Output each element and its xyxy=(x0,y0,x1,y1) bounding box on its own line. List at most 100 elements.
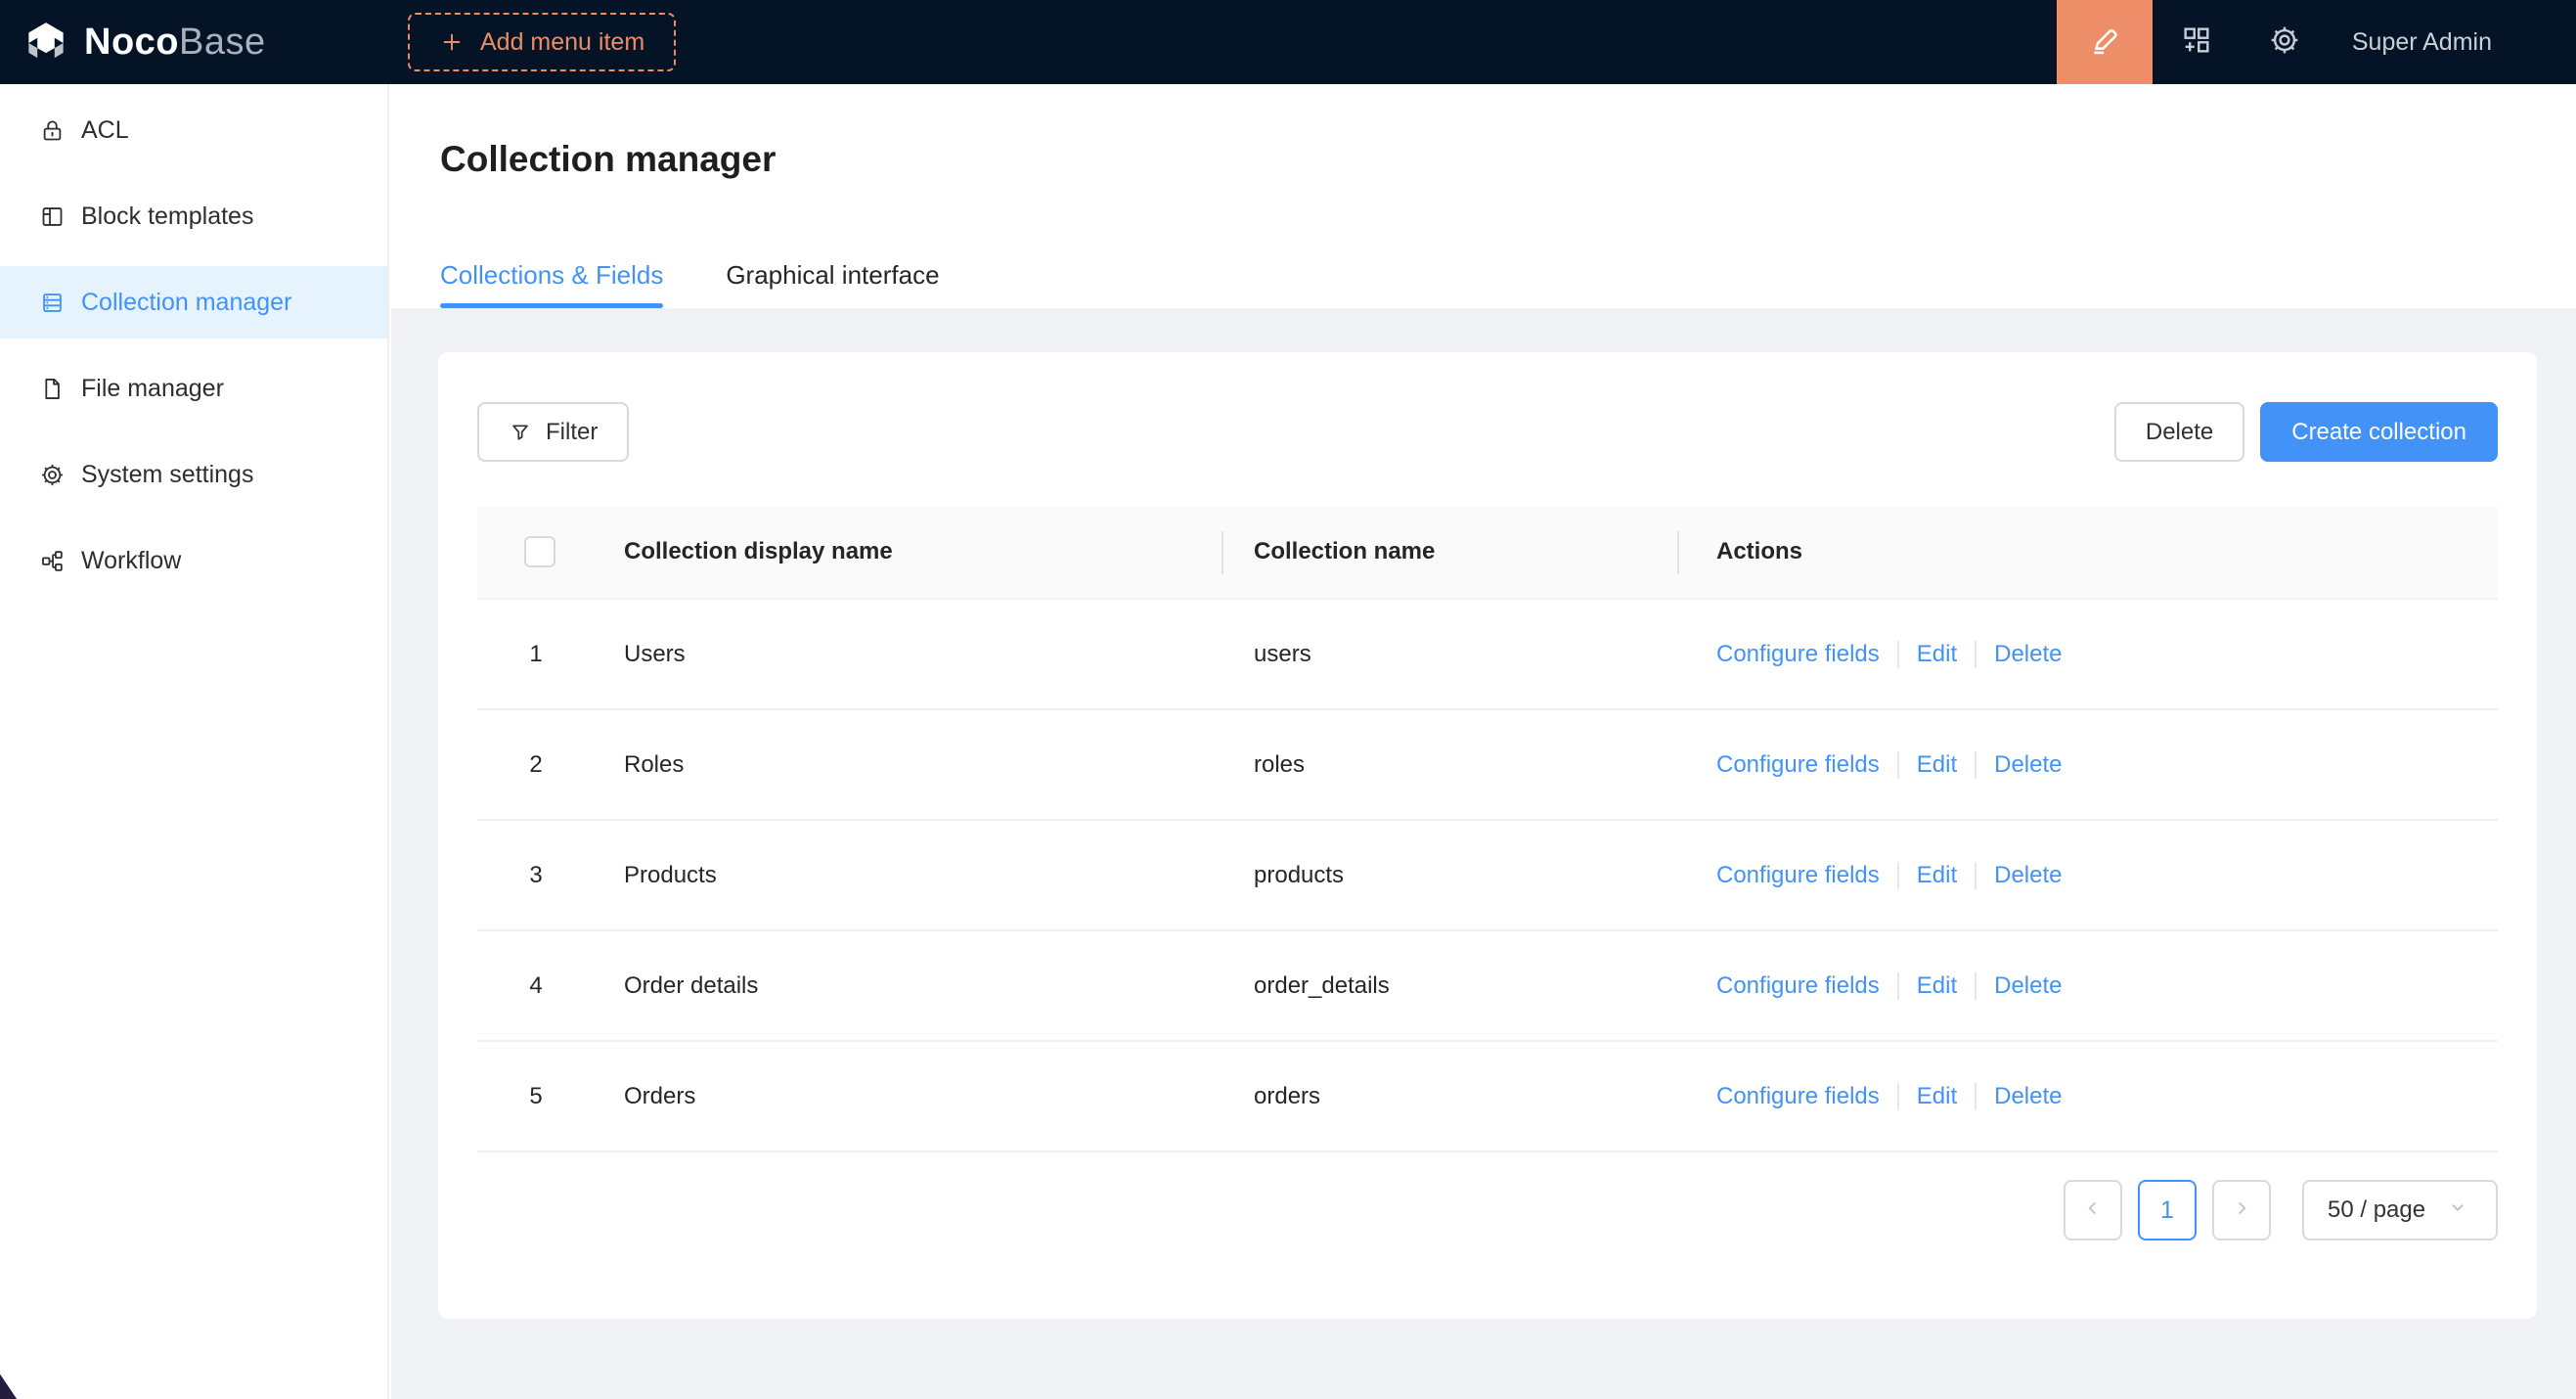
tab-graphical-interface[interactable]: Graphical interface xyxy=(726,260,939,308)
content-area: Filter Delete Create collection xyxy=(391,308,2576,1399)
row-index: 5 xyxy=(477,1041,595,1151)
pagination: 1 50 / page xyxy=(477,1180,2498,1241)
action-divider xyxy=(1897,751,1899,779)
action-divider xyxy=(1897,972,1899,1000)
ui-editor-toggle-button[interactable] xyxy=(2057,0,2153,84)
column-header-actions: Actions xyxy=(1679,506,2498,599)
sidebar-item-label: ACL xyxy=(81,116,129,145)
collections-table: Collection display name Collection name … xyxy=(477,506,2498,1152)
action-divider xyxy=(1897,1083,1899,1110)
add-menu-item-button[interactable]: Add menu item xyxy=(408,13,676,71)
row-index: 3 xyxy=(477,820,595,930)
configure-fields-link[interactable]: Configure fields xyxy=(1716,972,1880,1000)
edit-link[interactable]: Edit xyxy=(1917,751,1957,779)
pagination-page-1[interactable]: 1 xyxy=(2138,1180,2197,1241)
sidebar-item-system-settings[interactable]: System settings xyxy=(0,438,387,511)
filter-icon xyxy=(509,421,532,444)
delete-button-label: Delete xyxy=(2146,419,2213,446)
delete-link[interactable]: Delete xyxy=(1994,862,2062,889)
page-size-select[interactable]: 50 / page xyxy=(2302,1180,2498,1241)
nocobase-logo[interactable]: NocoBase xyxy=(0,20,384,65)
column-header-select xyxy=(477,506,595,599)
edit-link[interactable]: Edit xyxy=(1917,972,1957,1000)
system-settings-button[interactable] xyxy=(2241,0,2329,84)
top-bar: NocoBase Add menu item xyxy=(0,0,2576,84)
cube-logo-icon xyxy=(23,20,68,65)
main-area: Collection manager Collections & Fields G… xyxy=(391,84,2576,1399)
gear-icon xyxy=(2268,23,2301,62)
create-collection-button[interactable]: Create collection xyxy=(2260,402,2498,462)
cell-collection-name: roles xyxy=(1223,709,1679,820)
cell-display-name: Products xyxy=(595,820,1223,930)
select-all-checkbox[interactable] xyxy=(524,536,555,567)
filter-button[interactable]: Filter xyxy=(477,402,629,462)
cell-collection-name: order_details xyxy=(1223,930,1679,1041)
create-collection-label: Create collection xyxy=(2291,419,2466,446)
action-divider xyxy=(1897,862,1899,889)
file-icon xyxy=(39,376,66,402)
configure-fields-link[interactable]: Configure fields xyxy=(1716,862,1880,889)
row-index: 2 xyxy=(477,709,595,820)
action-divider xyxy=(1975,641,1976,668)
cell-actions: Configure fields Edit Delete xyxy=(1679,1041,2498,1151)
tab-collections-fields[interactable]: Collections & Fields xyxy=(440,260,663,308)
table-row: 4Order detailsorder_detailsConfigure fie… xyxy=(477,930,2498,1041)
user-menu[interactable]: Super Admin xyxy=(2329,28,2576,57)
delete-link[interactable]: Delete xyxy=(1994,1083,2062,1110)
cell-display-name: Roles xyxy=(595,709,1223,820)
row-index: 4 xyxy=(477,930,595,1041)
configure-fields-link[interactable]: Configure fields xyxy=(1716,751,1880,779)
sidebar-item-workflow[interactable]: Workflow xyxy=(0,524,387,597)
logo-text: NocoBase xyxy=(84,22,266,64)
chevron-down-icon xyxy=(2447,1196,2468,1225)
add-menu-item-label: Add menu item xyxy=(480,28,644,57)
sidebar-item-label: Workflow xyxy=(81,547,181,575)
page-size-label: 50 / page xyxy=(2328,1196,2425,1224)
delete-link[interactable]: Delete xyxy=(1994,972,2062,1000)
delete-link[interactable]: Delete xyxy=(1994,751,2062,779)
sidebar-item-label: Block templates xyxy=(81,203,253,231)
filter-button-label: Filter xyxy=(546,419,598,446)
collection-icon xyxy=(39,290,66,316)
row-index: 1 xyxy=(477,599,595,709)
sidebar-item-file-manager[interactable]: File manager xyxy=(0,352,387,425)
table-header-row: Collection display name Collection name … xyxy=(477,506,2498,599)
configure-fields-link[interactable]: Configure fields xyxy=(1716,641,1880,668)
action-divider xyxy=(1975,751,1976,779)
delete-button[interactable]: Delete xyxy=(2114,402,2244,462)
sidebar-item-collection-manager[interactable]: Collection manager xyxy=(0,266,387,338)
cell-actions: Configure fields Edit Delete xyxy=(1679,820,2498,930)
sidebar-item-label: System settings xyxy=(81,461,253,489)
sidebar-item-label: Collection manager xyxy=(81,289,291,317)
sidebar-item-acl[interactable]: ACL xyxy=(0,94,387,166)
plugin-manager-button[interactable] xyxy=(2153,0,2241,84)
cell-collection-name: products xyxy=(1223,820,1679,930)
edit-link[interactable]: Edit xyxy=(1917,1083,1957,1110)
cell-collection-name: orders xyxy=(1223,1041,1679,1151)
sidebar-nav: ACL Block templates Collection manager File… xyxy=(0,84,389,1399)
topbar-right-cluster: Super Admin xyxy=(2057,0,2576,84)
sidebar-item-label: File manager xyxy=(81,375,224,403)
card-toolbar: Filter Delete Create collection xyxy=(477,352,2498,462)
tab-bar: Collections & Fields Graphical interface xyxy=(440,260,940,308)
pagination-next-button[interactable] xyxy=(2212,1180,2271,1241)
cell-actions: Configure fields Edit Delete xyxy=(1679,709,2498,820)
column-header-collection-name: Collection name xyxy=(1223,506,1679,599)
action-divider xyxy=(1897,641,1899,668)
action-divider xyxy=(1975,972,1976,1000)
edit-link[interactable]: Edit xyxy=(1917,641,1957,668)
cell-actions: Configure fields Edit Delete xyxy=(1679,599,2498,709)
action-divider xyxy=(1975,1083,1976,1110)
page-title: Collection manager xyxy=(440,139,776,180)
collections-card: Filter Delete Create collection xyxy=(438,352,2537,1319)
delete-link[interactable]: Delete xyxy=(1994,641,2062,668)
edit-link[interactable]: Edit xyxy=(1917,862,1957,889)
pagination-prev-button[interactable] xyxy=(2064,1180,2122,1241)
table-body: 1UsersusersConfigure fieldsEditDelete2Ro… xyxy=(477,599,2498,1151)
table-row: 1UsersusersConfigure fieldsEditDelete xyxy=(477,599,2498,709)
action-divider xyxy=(1975,862,1976,889)
gear-icon xyxy=(39,462,66,488)
sidebar-item-block-templates[interactable]: Block templates xyxy=(0,180,387,252)
configure-fields-link[interactable]: Configure fields xyxy=(1716,1083,1880,1110)
cell-collection-name: users xyxy=(1223,599,1679,709)
